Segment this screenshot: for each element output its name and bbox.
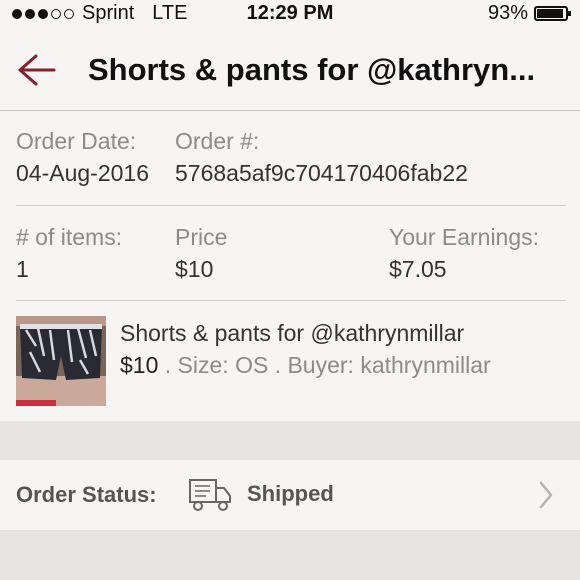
- item-thumbnail[interactable]: [16, 316, 106, 406]
- price-label: Price: [175, 224, 228, 250]
- back-button[interactable]: [14, 50, 58, 90]
- price-value: $10: [175, 256, 214, 282]
- order-date-label: Order Date:: [16, 128, 137, 154]
- divider: [16, 300, 566, 301]
- item-details: . Size: OS . Buyer: kathrynmillar: [158, 352, 491, 378]
- order-status-row[interactable]: Order Status: Shipped: [0, 460, 580, 530]
- page-title: Shorts & pants for @kathryn...: [88, 52, 536, 87]
- battery-percent: 93%: [487, 2, 528, 24]
- status-right: 93%: [487, 2, 571, 25]
- earnings-label: Your Earnings:: [389, 224, 540, 250]
- nav-header: Shorts & pants for @kathryn...: [0, 30, 580, 111]
- delivery-truck-icon: [189, 479, 231, 511]
- chevron-right-icon: [539, 481, 553, 509]
- order-status-label: Order Status:: [16, 482, 157, 507]
- items-count-value: 1: [16, 256, 29, 282]
- shorts-photo: [16, 316, 106, 406]
- battery-icon: [534, 6, 571, 21]
- order-number-label: Order #:: [175, 128, 260, 154]
- items-count-label: # of items:: [16, 224, 123, 250]
- order-details-card: Order Date: Order #: 04-Aug-2016 5768a5a…: [0, 111, 580, 421]
- item-price: $10: [120, 352, 159, 378]
- order-date-value: 04-Aug-2016: [16, 160, 149, 186]
- order-status-value: Shipped: [247, 481, 334, 506]
- item-title[interactable]: Shorts & pants for @kathrynmillar: [120, 320, 464, 347]
- item-meta: $10 . Size: OS . Buyer: kathrynmillar: [120, 352, 491, 379]
- status-bar: Sprint LTE 12:29 PM 93%: [0, 0, 580, 30]
- earnings-value: $7.05: [389, 256, 447, 282]
- order-number-value: 5768a5af9c704170406fab22: [175, 160, 468, 186]
- back-arrow-icon: [18, 54, 56, 86]
- divider: [16, 205, 566, 206]
